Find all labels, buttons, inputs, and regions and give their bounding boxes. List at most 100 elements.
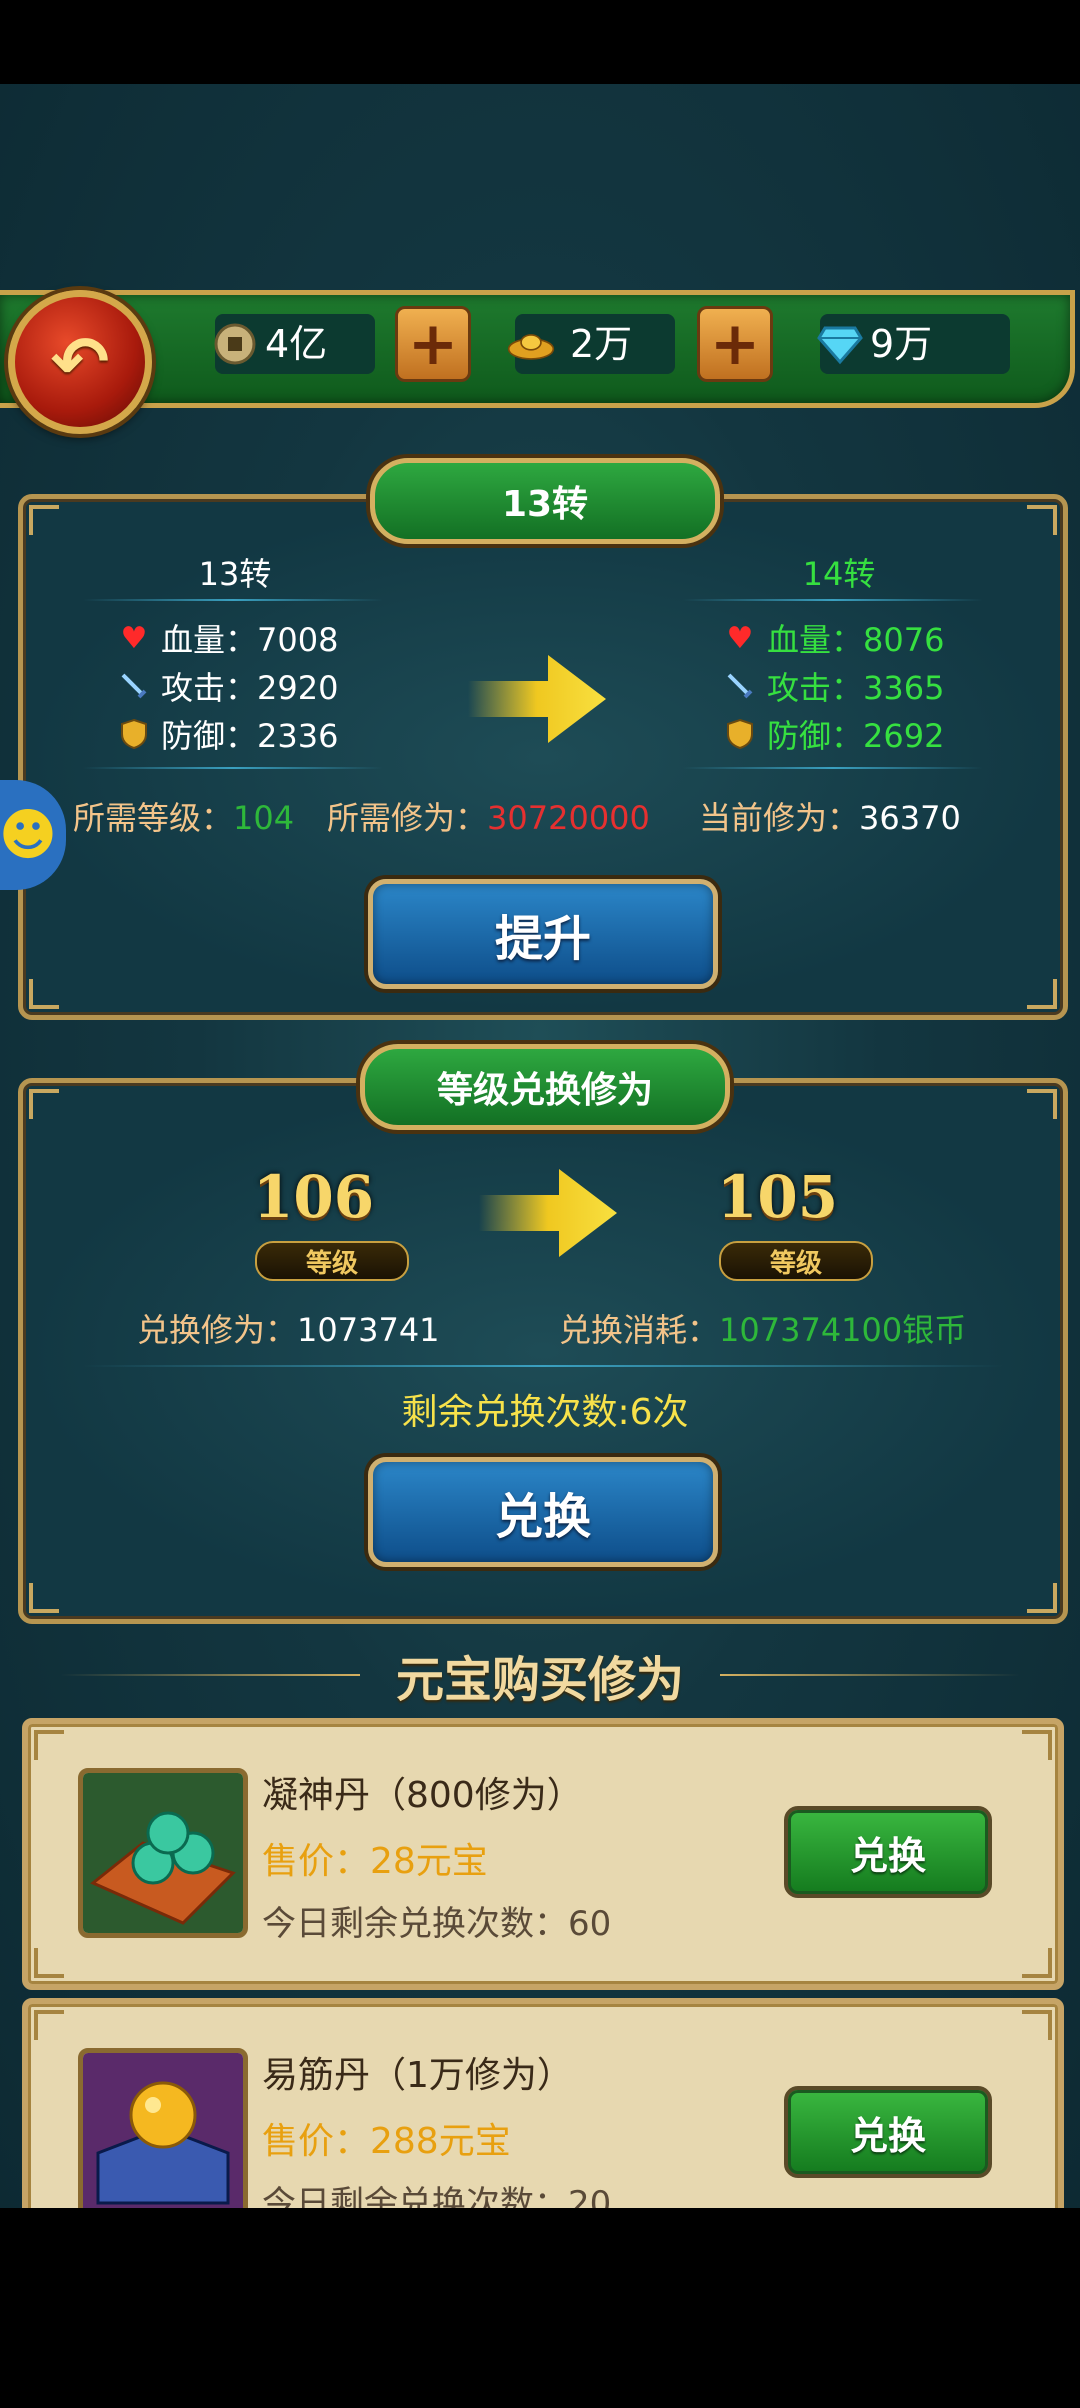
arrow-right-icon [479,1169,617,1257]
required-cultivation: 所需修为：30720000 [327,793,650,839]
upgrade-button[interactable]: 提升 [368,879,718,989]
shop-section-title: 元宝购买修为 [0,1640,1080,1710]
exchange-button-label: 兑换 [494,1489,591,1545]
sword-icon [115,667,153,705]
coin-counter: 4亿 [214,314,375,374]
status-bar [0,0,1080,84]
remaining-exchanges: 剩余兑换次数:6次 [401,1392,689,1433]
item-name: 凝神丹（800修为） [262,1775,583,1816]
corner-ornament [29,505,59,535]
corner-ornament [1022,2010,1052,2040]
pill-item-icon [78,1768,248,1938]
current-attack: 攻击：2920 [115,663,338,709]
coin-icon [211,320,259,368]
shop-item-card: 凝神丹（800修为） 售价：28元宝 今日剩余兑换次数：60 兑换 [22,1718,1064,1990]
buy-button-label: 兑换 [849,1833,926,1878]
heart-icon: ♥ [726,620,754,656]
add-coin-button[interactable]: + [395,306,471,382]
corner-ornament [29,1089,59,1119]
navigation-bar [0,2208,1080,2408]
from-level: 106 [253,1163,375,1231]
next-attack: 攻击：3365 [721,663,944,709]
level-tag-text: 等级 [305,1248,358,1279]
shield-icon [115,715,153,753]
corner-ornament [1027,979,1057,1009]
ingot-counter: 2万 [507,314,675,374]
current-hp-text: 血量：7008 [161,621,339,659]
coin-value: 4亿 [265,322,328,366]
current-defense: 防御：2336 [115,711,338,757]
diamond-counter: 9万 [817,314,1010,374]
required-level-label: 所需等级： [73,799,234,837]
level-tag-text: 等级 [769,1248,822,1279]
level-tag: 等级 [719,1241,873,1281]
required-cultivation-label: 所需修为： [327,799,488,837]
sword-icon [721,667,759,705]
next-attack-text: 攻击：3365 [767,669,945,707]
current-cultivation-value: 36370 [859,799,961,837]
rebirth-banner: 13转 [370,458,720,544]
corner-ornament [29,1583,59,1613]
item-daily-limit: 今日剩余兑换次数：60 [262,1904,612,1944]
level-exchange-panel: 106 等级 105 等级 兑换修为：1073741 兑换消耗：10737410… [18,1078,1068,1624]
buy-button[interactable]: 兑换 [784,1806,992,1898]
gold-ingot-icon [507,320,555,368]
divider [83,599,383,601]
back-arrow-icon: ↶ [50,321,110,403]
required-level-value: 104 [233,799,295,837]
exchange-banner: 等级兑换修为 [360,1044,730,1130]
level-tag: 等级 [255,1241,409,1281]
corner-ornament [1027,1089,1057,1119]
divider [83,1365,1003,1367]
corner-ornament [34,1730,64,1760]
divider [720,1674,1020,1676]
add-ingot-button[interactable]: + [697,306,773,382]
exchange-button[interactable]: 兑换 [368,1457,718,1567]
exchange-gain-value: 1073741 [297,1311,440,1349]
arrow-right-icon [468,655,606,743]
back-button[interactable]: ↶ [8,290,152,434]
heart-icon: ♥ [120,620,148,656]
current-cultivation: 当前修为：36370 [699,793,961,839]
required-cultivation-value: 30720000 [487,799,650,837]
corner-ornament [1022,1730,1052,1760]
corner-ornament [1027,1583,1057,1613]
smiley-icon: ☻ [0,802,58,868]
corner-ornament [1022,1948,1052,1978]
item-price: 售价：28元宝 [262,1841,488,1882]
current-hp: ♥ 血量：7008 [115,615,339,661]
next-hp: ♥ 血量：8076 [721,615,945,661]
exchange-cost-label: 兑换消耗： [559,1311,720,1349]
exchange-gain-label: 兑换修为： [137,1311,298,1349]
current-cultivation-label: 当前修为： [699,799,860,837]
corner-ornament [1027,505,1057,535]
divider [683,599,983,601]
required-level: 所需等级：104 [73,793,294,839]
shield-icon [721,715,759,753]
to-level: 105 [717,1163,839,1231]
plus-icon: + [407,309,459,379]
next-defense-text: 防御：2692 [767,717,945,755]
buy-button-label: 兑换 [849,2113,926,2158]
exchange-banner-text: 等级兑换修为 [436,1070,653,1111]
next-defense: 防御：2692 [721,711,944,757]
divider [683,767,983,769]
pill-item-icon [78,2048,248,2218]
exchange-gain: 兑换修为：1073741 [137,1305,440,1351]
plus-icon: + [709,309,761,379]
current-attack-text: 攻击：2920 [161,669,339,707]
corner-ornament [34,2010,64,2040]
next-hp-text: 血量：8076 [767,621,945,659]
current-defense-text: 防御：2336 [161,717,339,755]
item-name: 易筋丹（1万修为） [262,2055,573,2096]
current-rebirth-title: 13转 [198,555,272,593]
ingot-value: 2万 [570,322,633,366]
buy-button[interactable]: 兑换 [784,2086,992,2178]
divider [83,767,383,769]
corner-ornament [29,979,59,1009]
divider [60,1674,360,1676]
top-resource-bar: ↶ 4亿 + 2万 + 9万 [0,200,1080,434]
rebirth-panel: 13转 ♥ 血量：7008 攻击：2920 防御：2336 14转 ♥ 血量：807… [18,494,1068,1020]
diamond-icon [816,320,864,368]
item-price: 售价：288元宝 [262,2121,511,2162]
